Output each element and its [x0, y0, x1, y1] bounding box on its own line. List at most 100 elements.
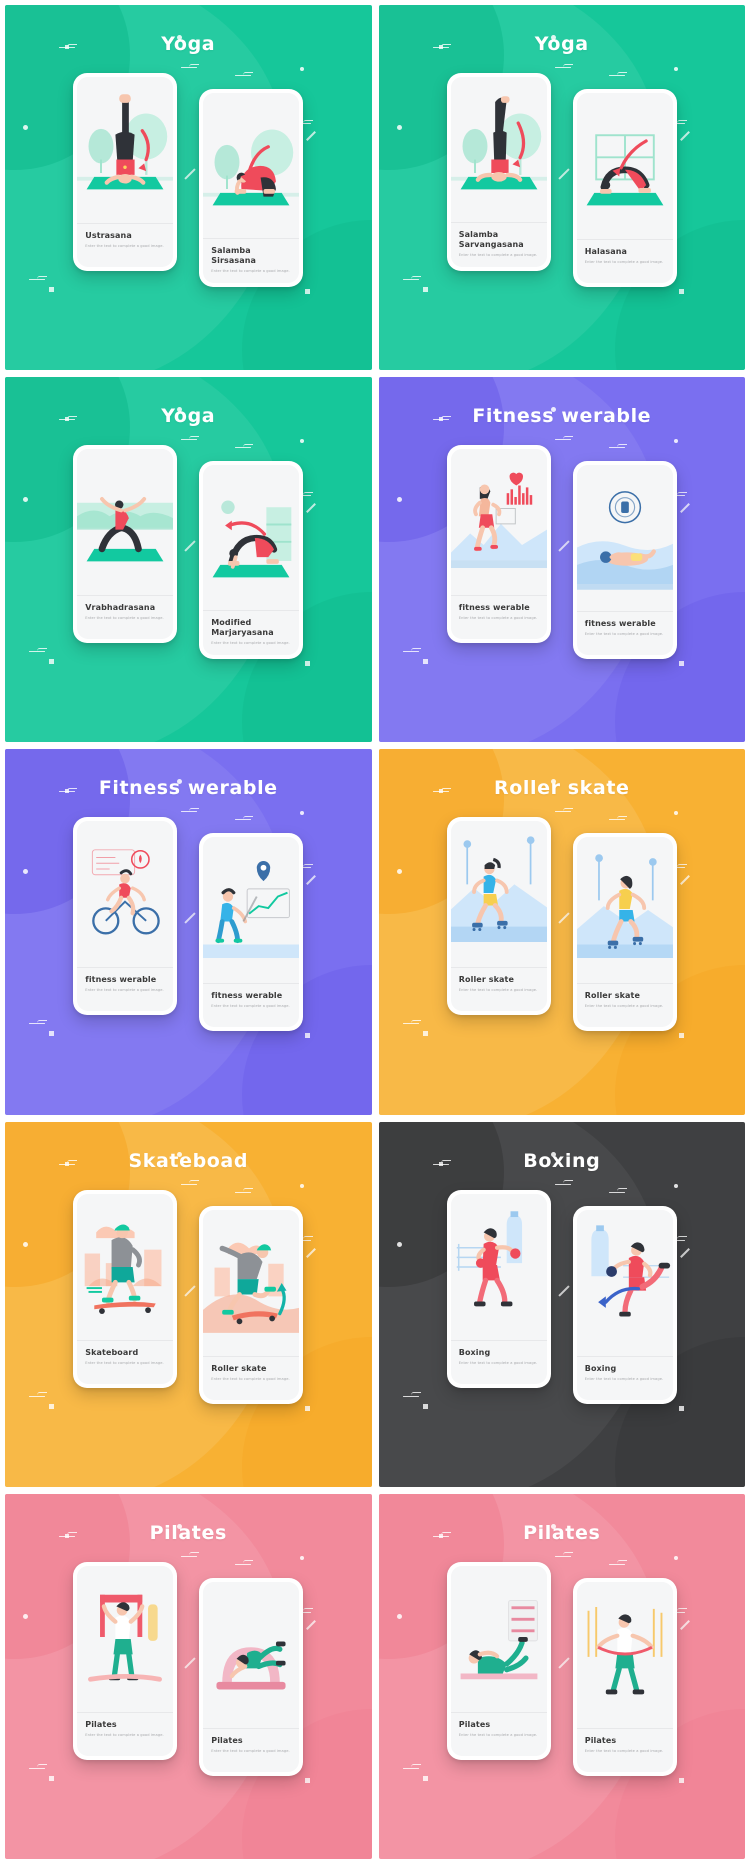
- tile-skateboad[interactable]: Skateboad Skateboard Enter the text to com…: [5, 1121, 372, 1487]
- decoration-dot: [300, 439, 304, 444]
- phone-card-2[interactable]: fitness werable Enter the text to complet…: [199, 833, 304, 1032]
- phone-notch: [108, 1193, 143, 1200]
- card-caption: Halasana Enter the text to complete a goo…: [576, 239, 673, 283]
- phone-notch: [234, 93, 269, 99]
- phone-screen: Modified Marjaryasana Enter the text to c…: [203, 465, 300, 656]
- tile-title: Skateboad: [128, 1149, 249, 1172]
- phone-card-2[interactable]: Salamba Sirsasana Enter the text to compl…: [199, 89, 304, 287]
- decoration-square: [678, 661, 684, 667]
- illustration: [77, 77, 174, 223]
- phone-card-1[interactable]: Pilates Enter the text to complete a good…: [73, 1561, 178, 1760]
- card-title: fitness werable: [85, 975, 157, 985]
- phone-card-2[interactable]: Roller skate Enter the text to complete a…: [572, 833, 677, 1032]
- tile-yoga-3[interactable]: Yoga Vrabhadrasana Enter the text to compl…: [5, 377, 372, 743]
- illustration: [203, 837, 300, 983]
- phone-card-2[interactable]: Boxing Enter the text to complete a good …: [572, 1205, 677, 1404]
- phone-card-1[interactable]: Vrabhadrasana Enter the text to complete …: [73, 445, 178, 644]
- phone-screen: Pilates Enter the text to complete a good…: [77, 1565, 174, 1756]
- decoration-squiggle: [181, 61, 199, 68]
- phone-card-1[interactable]: Skateboard Enter the text to complete a g…: [73, 1189, 178, 1388]
- decoration-square: [422, 1775, 428, 1781]
- decoration-square: [49, 1031, 54, 1037]
- tile-fitness-2[interactable]: Fitness werable fitness werable Enter the …: [5, 749, 372, 1115]
- card-title: Roller skate: [458, 975, 514, 985]
- illustration: [203, 1209, 300, 1356]
- decoration-square: [49, 287, 54, 292]
- card-title: Boxing: [584, 1363, 617, 1373]
- phone-card-2[interactable]: fitness werable Enter the text to complet…: [572, 461, 677, 660]
- phone-card-2[interactable]: Roller skate Enter the text to complete a…: [199, 1205, 304, 1404]
- phone-screen: Salamba Sirsasana Enter the text to compl…: [203, 93, 300, 283]
- tile-pilates-2[interactable]: Pilates Pilates Enter the text to complete…: [378, 1493, 745, 1859]
- card-caption: Pilates Enter the text to complete a good…: [203, 1727, 300, 1772]
- decoration-squiggle: [554, 61, 573, 68]
- illustration: [203, 1581, 300, 1728]
- decoration-squiggle: [29, 645, 47, 653]
- phone-notch: [481, 1193, 516, 1200]
- tile-boxing[interactable]: Boxing Boxing Enter the text to complete a…: [378, 1121, 745, 1487]
- card-caption: Salamba Sarvangasana Enter the text to co…: [450, 222, 547, 267]
- illustration: [576, 1581, 673, 1728]
- illustration: [77, 449, 174, 595]
- decoration-square: [678, 289, 684, 294]
- phone-card-2[interactable]: Modified Marjaryasana Enter the text to c…: [199, 461, 304, 660]
- decoration-squiggle: [181, 433, 199, 441]
- card-caption: Ustrasana Enter the text to complete a go…: [77, 223, 174, 267]
- card-title: fitness werable: [584, 619, 656, 629]
- card-subtitle: Enter the text to complete a good image.: [211, 641, 290, 646]
- card-title: Skateboard: [85, 1347, 139, 1357]
- decoration-squiggle: [554, 1550, 573, 1557]
- tile-title: Fitness werable: [98, 777, 278, 800]
- decoration-squiggle: [554, 805, 573, 813]
- phone-card-1[interactable]: Salamba Sarvangasana Enter the text to co…: [446, 73, 551, 271]
- phone-card-2[interactable]: Pilates Enter the text to complete a good…: [572, 1577, 677, 1776]
- decoration-square: [305, 1777, 310, 1783]
- decoration-squiggle: [402, 1390, 421, 1397]
- tile-yoga-1[interactable]: Yoga Ustrasana Enter the text to complete …: [5, 5, 372, 371]
- phone-notch: [481, 77, 516, 83]
- decoration-dot: [300, 811, 304, 816]
- phone-mockup-pair: Ustrasana Enter the text to complete a go…: [5, 73, 372, 287]
- decoration-dot: [673, 1183, 678, 1188]
- phone-card-1[interactable]: Pilates Enter the text to complete a good…: [446, 1561, 551, 1760]
- card-title: Roller skate: [211, 1363, 267, 1373]
- phone-screen: fitness werable Enter the text to complet…: [450, 449, 547, 640]
- card-title: Boxing: [458, 1347, 491, 1357]
- phone-notch: [607, 837, 642, 844]
- phone-mockup-pair: Salamba Sarvangasana Enter the text to co…: [379, 73, 746, 287]
- decoration-squiggle: [402, 1017, 421, 1025]
- phone-screen: Boxing Enter the text to complete a good …: [576, 1209, 673, 1400]
- phone-card-1[interactable]: fitness werable Enter the text to complet…: [73, 817, 178, 1016]
- card-caption: Boxing Enter the text to complete a good …: [576, 1355, 673, 1400]
- phone-card-1[interactable]: Roller skate Enter the text to complete a…: [446, 817, 551, 1016]
- decoration-square: [49, 659, 54, 665]
- phone-notch: [234, 1209, 269, 1216]
- phone-notch: [234, 1581, 269, 1588]
- phone-screen: Roller skate Enter the text to complete a…: [450, 821, 547, 1012]
- card-subtitle: Enter the text to complete a good image.: [211, 1004, 290, 1009]
- decoration-squiggle: [554, 1178, 573, 1185]
- card-title: Pilates: [458, 1719, 491, 1729]
- tile-fitness-1[interactable]: Fitness werable fitness werable Enter the …: [378, 377, 745, 743]
- phone-screen: fitness werable Enter the text to complet…: [576, 465, 673, 656]
- card-subtitle: Enter the text to complete a good image.: [458, 988, 538, 993]
- phone-screen: Boxing Enter the text to complete a good …: [450, 1193, 547, 1384]
- decoration-square: [49, 1403, 54, 1409]
- phone-screen: Halasana Enter the text to complete a goo…: [576, 93, 673, 283]
- phone-card-1[interactable]: Ustrasana Enter the text to complete a go…: [73, 73, 178, 271]
- tile-yoga-2[interactable]: Yoga Salamba Sarvangasana Enter the text t…: [378, 5, 746, 371]
- illustration: [450, 1565, 547, 1712]
- phone-card-1[interactable]: Boxing Enter the text to complete a good …: [446, 1189, 551, 1388]
- phone-notch: [481, 821, 516, 828]
- tile-title: Yoga: [534, 33, 589, 55]
- tile-pilates-1[interactable]: Pilates Pilates Enter the text to complete…: [5, 1493, 372, 1859]
- illustration: [450, 821, 547, 967]
- card-caption: Roller skate Enter the text to complete a…: [450, 967, 547, 1011]
- card-subtitle: Enter the text to complete a good image.: [85, 988, 164, 993]
- phone-card-2[interactable]: Pilates Enter the text to complete a good…: [199, 1577, 304, 1776]
- phone-notch: [481, 449, 516, 456]
- card-caption: Salamba Sirsasana Enter the text to compl…: [203, 238, 300, 283]
- phone-card-2[interactable]: Halasana Enter the text to complete a goo…: [572, 89, 677, 287]
- phone-card-1[interactable]: fitness werable Enter the text to complet…: [446, 445, 551, 644]
- tile-roller-1[interactable]: Roller skate Roller skate Enter the text t…: [378, 749, 745, 1115]
